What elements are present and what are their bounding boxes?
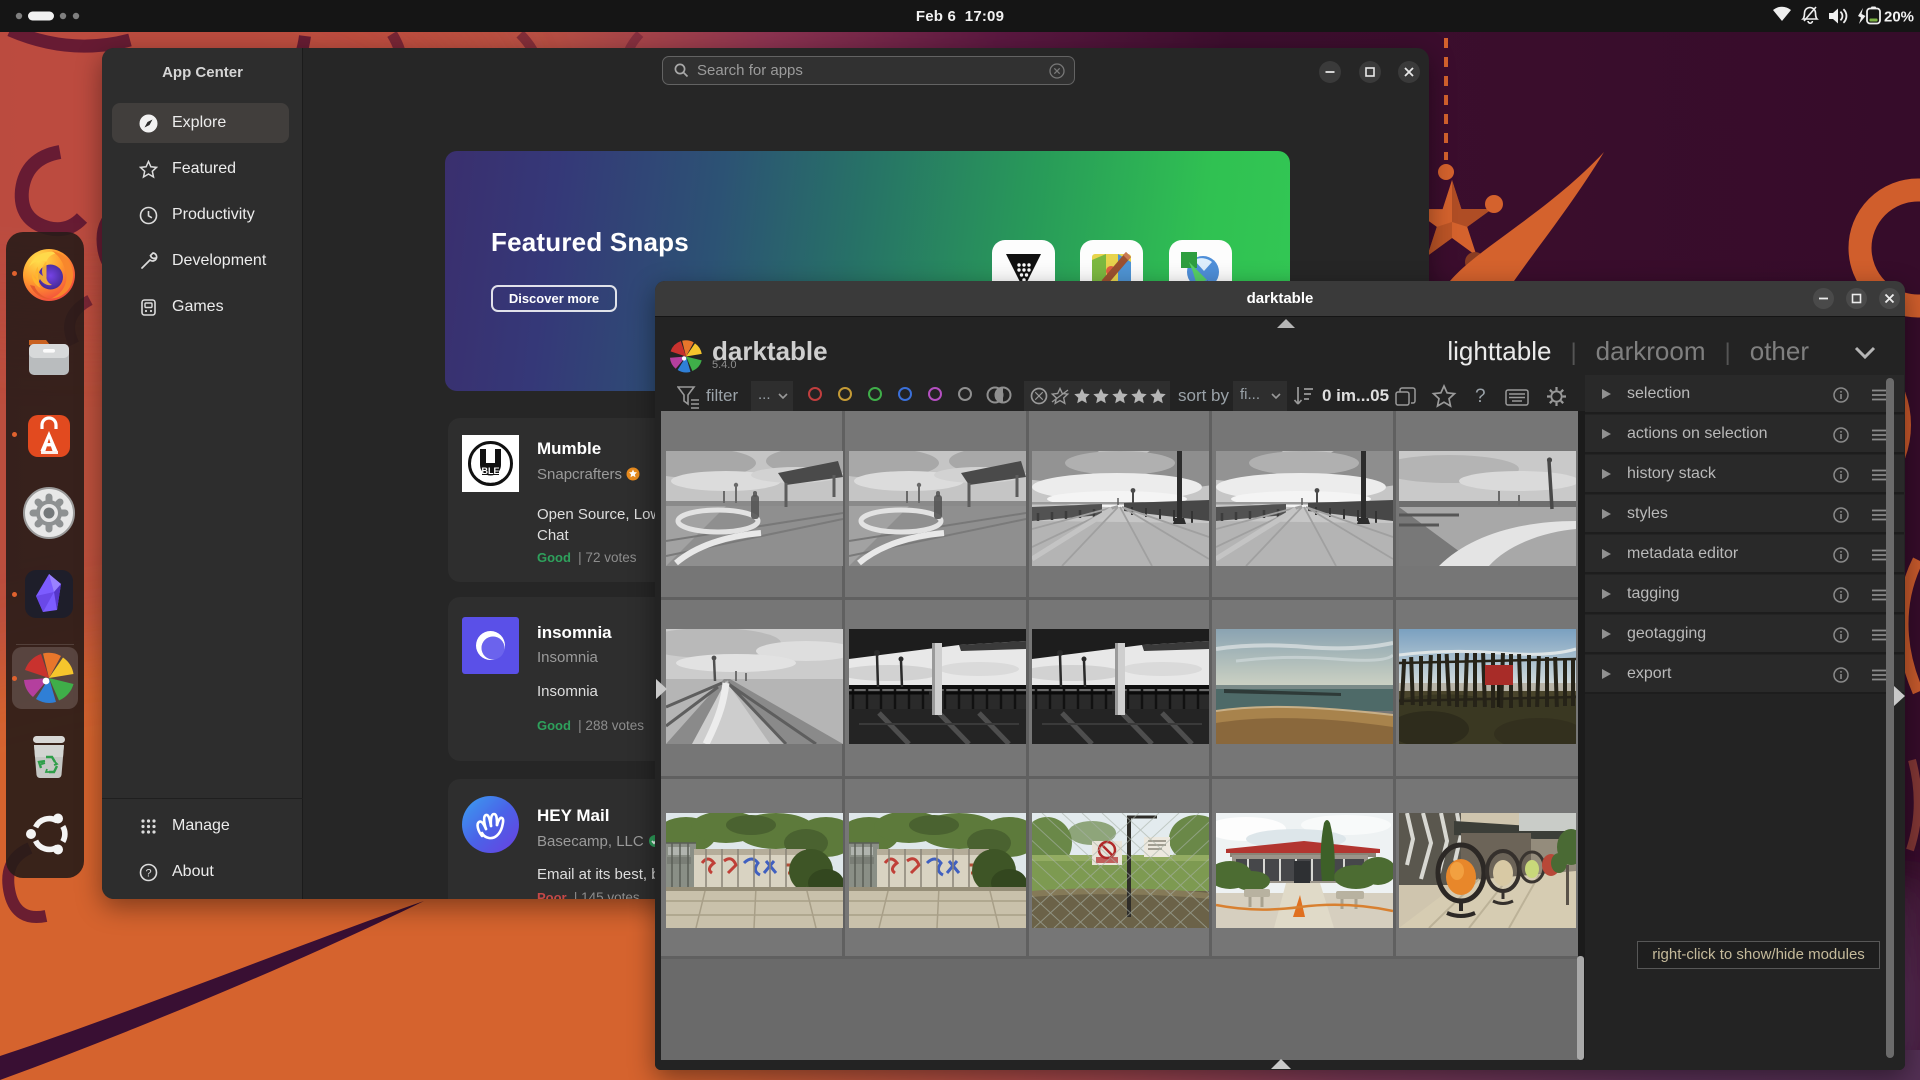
svg-text:20%: 20% bbox=[1884, 9, 1914, 26]
svg-text:BLE: BLE bbox=[482, 466, 500, 476]
svg-text:?: ? bbox=[145, 868, 151, 880]
